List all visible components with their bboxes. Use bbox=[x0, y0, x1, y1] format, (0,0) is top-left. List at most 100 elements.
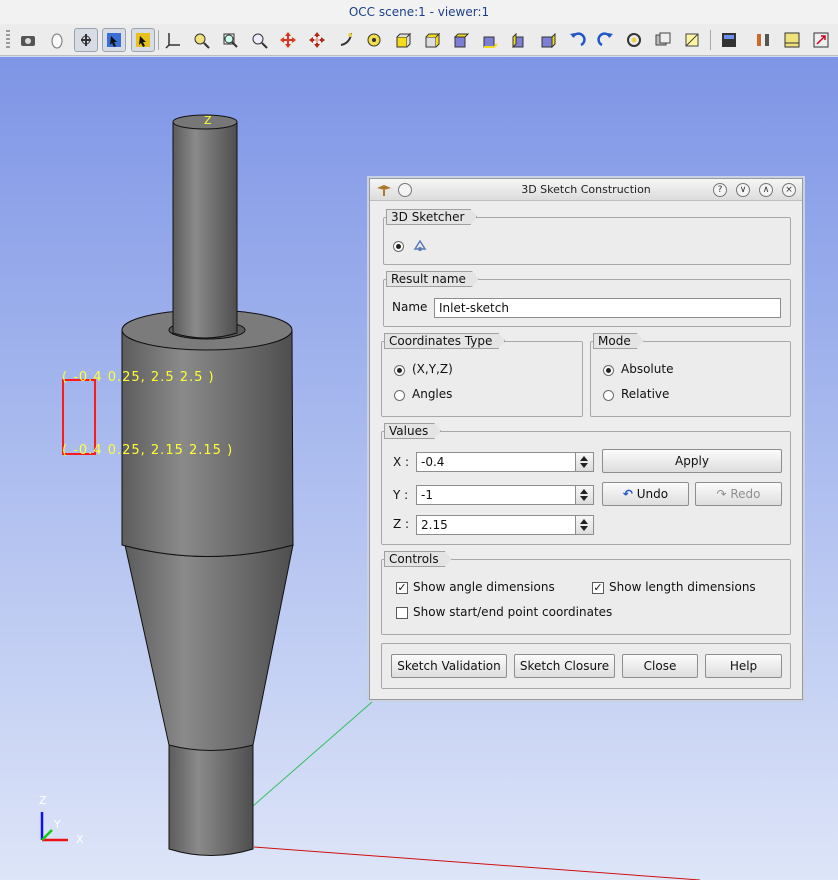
fit-area-icon[interactable] bbox=[218, 28, 242, 52]
pan-icon[interactable] bbox=[276, 28, 300, 52]
values-group-title: Values bbox=[384, 423, 441, 439]
sketcher-group-title: 3D Sketcher bbox=[386, 209, 477, 225]
y-label: Y : bbox=[393, 488, 409, 502]
z-spinner[interactable] bbox=[576, 515, 594, 535]
relative-radio-label: Relative bbox=[621, 387, 670, 401]
values-group: Values X : -0.4 Y : -1 Z : 2.15 Apply ↶ … bbox=[381, 431, 791, 545]
name-label: Name bbox=[392, 300, 428, 314]
help-button[interactable]: Help bbox=[705, 654, 782, 678]
show-start-end-checkbox[interactable] bbox=[396, 607, 408, 619]
xyz-radio-label: (X,Y,Z) bbox=[412, 362, 453, 376]
top-marker-label: Z bbox=[204, 114, 212, 127]
redo-label: Redo bbox=[730, 487, 761, 501]
outlet-pipe bbox=[168, 744, 254, 856]
ray-tracing-icon[interactable] bbox=[751, 28, 775, 52]
zoom-icon[interactable] bbox=[247, 28, 271, 52]
x-input[interactable]: -0.4 bbox=[416, 452, 576, 472]
angles-radio[interactable] bbox=[394, 390, 405, 401]
mouse-icon[interactable] bbox=[45, 28, 69, 52]
clone-view-icon[interactable] bbox=[651, 28, 675, 52]
undo-button[interactable]: ↶ Undo bbox=[602, 482, 689, 506]
show-angle-checkbox[interactable]: ✓ bbox=[396, 582, 408, 594]
redo-icon: ↷ bbox=[716, 487, 727, 501]
graduated-axes-icon[interactable] bbox=[717, 28, 741, 52]
rotate-icon[interactable] bbox=[334, 28, 358, 52]
triad-y-label: Y bbox=[54, 818, 61, 831]
x-spinner[interactable] bbox=[576, 452, 594, 472]
front-icon[interactable] bbox=[391, 28, 415, 52]
sketcher-group: 3D Sketcher bbox=[383, 217, 791, 265]
preselect-icon[interactable] bbox=[131, 28, 155, 52]
x-axis-line bbox=[253, 846, 701, 880]
sketcher-radio[interactable] bbox=[393, 241, 404, 252]
coordinates-type-group: Coordinates Type (X,Y,Z) Angles bbox=[381, 341, 583, 417]
z-input[interactable]: 2.15 bbox=[416, 515, 576, 535]
bottom-icon[interactable] bbox=[478, 28, 502, 52]
app-logo-icon bbox=[376, 183, 392, 197]
help-title-button[interactable]: ? bbox=[713, 183, 727, 197]
left-icon[interactable] bbox=[507, 28, 531, 52]
apply-button[interactable]: Apply bbox=[602, 449, 782, 473]
undo-icon: ↶ bbox=[622, 487, 633, 501]
dialog-title: 3D Sketch Construction bbox=[521, 183, 651, 196]
sketch-closure-button[interactable]: Sketch Closure bbox=[514, 654, 615, 678]
back-icon[interactable] bbox=[420, 28, 444, 52]
absolute-radio[interactable] bbox=[603, 365, 614, 376]
top-pipe bbox=[172, 121, 238, 339]
close-title-button[interactable]: × bbox=[782, 183, 796, 197]
xyz-radio[interactable] bbox=[394, 365, 405, 376]
y-input[interactable]: -1 bbox=[416, 485, 576, 505]
mode-group: Mode Absolute Relative bbox=[590, 341, 791, 417]
select-icon[interactable] bbox=[102, 28, 126, 52]
environment-icon[interactable] bbox=[780, 28, 804, 52]
toolbar-grip[interactable] bbox=[6, 30, 10, 50]
viewer-toolbar bbox=[0, 24, 838, 56]
trihedron-icon[interactable] bbox=[74, 28, 98, 52]
sketch-3d-icon bbox=[412, 238, 428, 254]
undo-label: Undo bbox=[636, 487, 669, 501]
x-label: X : bbox=[393, 455, 410, 469]
pin-icon[interactable] bbox=[398, 183, 412, 197]
top-icon[interactable] bbox=[449, 28, 473, 52]
triad-z-label: Z bbox=[39, 794, 47, 807]
controls-group: Controls ✓ Show angle dimensions ✓ Show … bbox=[381, 559, 791, 635]
dimension-label-bottom: ( -0.4 0.25, 2.15 2.15 ) bbox=[62, 443, 234, 458]
angles-radio-label: Angles bbox=[412, 387, 453, 401]
maximize-button[interactable]: ∧ bbox=[759, 183, 773, 197]
show-angle-label: Show angle dimensions bbox=[413, 580, 555, 594]
absolute-radio-label: Absolute bbox=[621, 362, 674, 376]
show-start-end-label: Show start/end point coordinates bbox=[413, 605, 613, 619]
reset-icon[interactable] bbox=[362, 28, 386, 52]
sketch-validation-button[interactable]: Sketch Validation bbox=[391, 654, 507, 678]
result-name-group-title: Result name bbox=[386, 271, 479, 287]
controls-group-title: Controls bbox=[384, 551, 452, 567]
z-label: Z : bbox=[393, 517, 410, 531]
cone-section bbox=[124, 544, 294, 751]
dump-view-icon[interactable] bbox=[16, 28, 40, 52]
close-button[interactable]: Close bbox=[622, 654, 698, 678]
rotate-ccw-icon[interactable] bbox=[565, 28, 589, 52]
triad-y bbox=[41, 829, 53, 841]
redo-button[interactable]: ↷ Redo bbox=[695, 482, 782, 506]
y-spinner[interactable] bbox=[576, 485, 594, 505]
axes-icon[interactable] bbox=[161, 28, 185, 52]
mode-group-title: Mode bbox=[593, 333, 644, 349]
coordinates-type-group-title: Coordinates Type bbox=[384, 333, 505, 349]
minimize-button[interactable]: ∨ bbox=[736, 183, 750, 197]
sketch-construction-dialog: 3D Sketch Construction ? ∨ ∧ × 3D Sketch… bbox=[369, 178, 803, 700]
maximize-icon[interactable] bbox=[809, 28, 833, 52]
fit-all-icon[interactable] bbox=[189, 28, 213, 52]
orbit-icon[interactable] bbox=[622, 28, 646, 52]
action-buttons-frame: Sketch Validation Sketch Closure Close H… bbox=[381, 643, 791, 689]
rotate-cw-icon[interactable] bbox=[594, 28, 618, 52]
window-title: OCC scene:1 - viewer:1 bbox=[0, 0, 838, 24]
result-name-group: Result name Name Inlet-sketch bbox=[383, 279, 791, 327]
clipping-icon[interactable] bbox=[680, 28, 704, 52]
result-name-input[interactable]: Inlet-sketch bbox=[434, 298, 781, 318]
triad-x-label: X bbox=[76, 833, 84, 846]
dimension-label-top: ( -0.4 0.25, 2.5 2.5 ) bbox=[62, 370, 215, 385]
show-length-checkbox[interactable]: ✓ bbox=[592, 582, 604, 594]
right-icon[interactable] bbox=[536, 28, 560, 52]
relative-radio[interactable] bbox=[603, 390, 614, 401]
global-pan-icon[interactable] bbox=[305, 28, 329, 52]
